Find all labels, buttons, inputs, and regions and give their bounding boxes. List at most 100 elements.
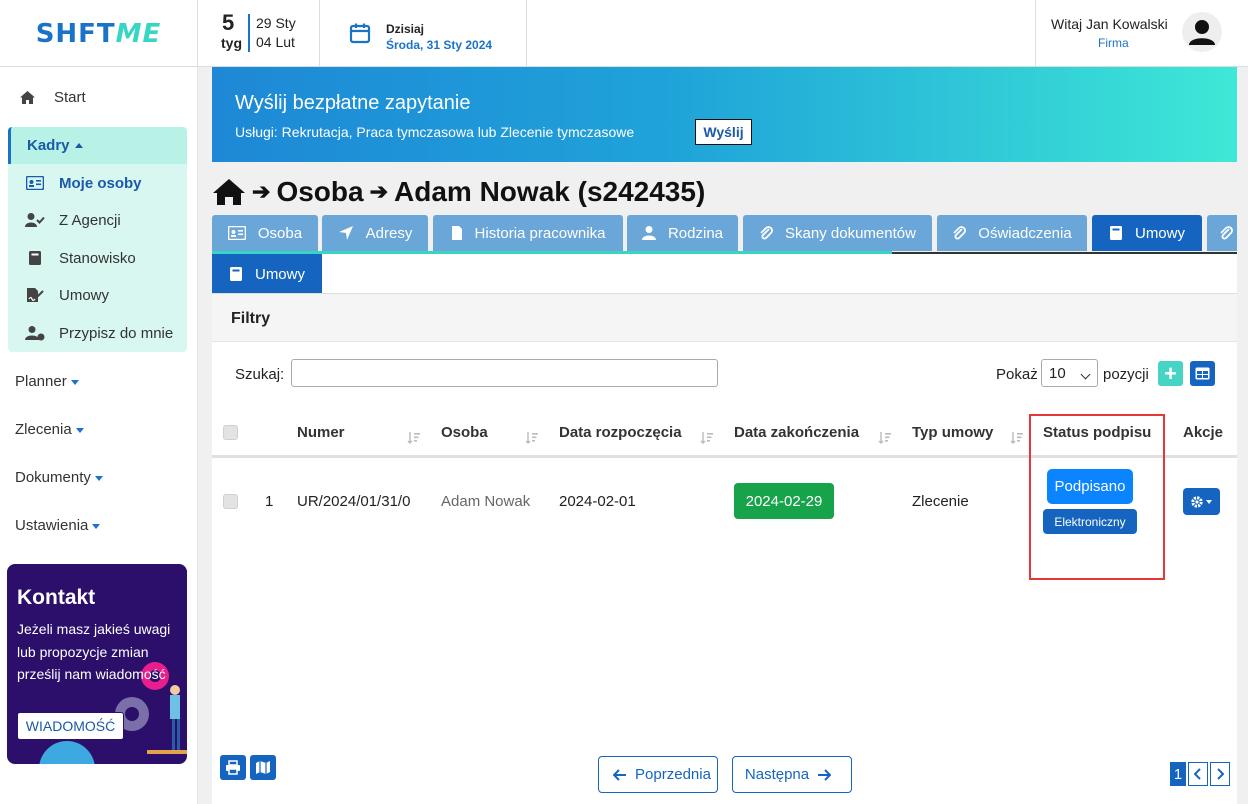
columns-button[interactable] [1190, 361, 1215, 386]
sidebar-menu-dokumenty[interactable]: Dokumenty [15, 469, 103, 486]
home-icon [18, 88, 36, 106]
week-start-date: 29 Sty [256, 15, 296, 31]
sidebar-item-kadry[interactable]: Kadry [8, 127, 187, 164]
menu-label: Ustawienia [15, 517, 89, 534]
breadcrumb-person: Adam Nowak (s242435) [394, 176, 706, 207]
week-number: 5 [222, 10, 235, 35]
paperclip-icon [759, 225, 773, 241]
sidebar-item-label: Umowy [59, 286, 110, 304]
sidebar-menu-zlecenia[interactable]: Zlecenia [15, 421, 84, 438]
breadcrumb-osoba[interactable]: Osoba [276, 176, 363, 208]
sidebar-menu-ustawienia[interactable]: Ustawienia [15, 517, 101, 534]
file-icon [451, 225, 463, 241]
table-icon [1195, 367, 1210, 380]
chevron-left-icon [1194, 768, 1201, 780]
sidebar-item-z-agencji[interactable]: Z Agencji [8, 205, 187, 235]
page-title: ➔ Osoba ➔ Adam Nowak (s242435) [212, 172, 705, 212]
message-button[interactable]: WIADOMOŚĆ [17, 712, 124, 740]
tab-label: Rodzina [667, 224, 724, 242]
add-contract-button[interactable]: + [1158, 361, 1183, 386]
page-prev-arrow[interactable] [1188, 762, 1208, 786]
sidebar-item-przypisz-do-mnie[interactable]: Przypisz do mnie [8, 318, 187, 348]
send-inquiry-button[interactable]: Wyślij [695, 119, 752, 145]
column-header-typ-umowy[interactable]: Typ umowy [912, 424, 993, 441]
sort-icon[interactable] [407, 431, 421, 445]
tab-skany[interactable]: Skany dokumentów [743, 215, 932, 251]
contact-text: Jeżeli masz jakieś uwagi lub propozycje … [17, 621, 171, 682]
sidebar-item-label: Start [54, 88, 86, 106]
next-page-button[interactable]: Następna [732, 756, 852, 793]
user-avatar-icon [1189, 20, 1215, 45]
tab-label: Oświadczenia [978, 224, 1072, 242]
week-label: tyg [221, 35, 242, 51]
page-next-arrow[interactable] [1210, 762, 1230, 786]
tab-historia[interactable]: Historia pracownika [433, 215, 623, 251]
contact-title: Kontakt [17, 586, 96, 609]
map-button[interactable] [250, 755, 276, 780]
sidebar-item-start[interactable]: Start [0, 82, 198, 112]
sidebar-item-label: Moje osoby [59, 174, 142, 192]
filters-bar[interactable] [212, 294, 1237, 342]
caret-down-icon [92, 523, 101, 529]
user-plus-icon [25, 324, 45, 342]
column-header-numer[interactable]: Numer [297, 424, 345, 441]
tab-more[interactable] [1207, 215, 1237, 251]
book-icon [25, 249, 45, 267]
previous-page-button[interactable]: Poprzednia [598, 756, 718, 793]
tab-rodzina[interactable]: Rodzina [627, 215, 738, 251]
search-input[interactable] [291, 359, 718, 387]
caret-down-icon [75, 427, 84, 433]
page-size-select[interactable]: 10 [1041, 359, 1098, 387]
tab-osoba[interactable]: Osoba [212, 215, 318, 251]
row-index: 1 [265, 493, 274, 510]
caret-down-icon [70, 379, 79, 385]
print-button[interactable] [220, 755, 246, 780]
subtab-label: Umowy [254, 265, 305, 283]
sidebar-item-umowy[interactable]: Umowy [8, 280, 187, 310]
id-card-icon [227, 226, 246, 240]
filters-title[interactable]: Filtry [231, 310, 270, 328]
tab-bar: Osoba Adresy Historia pracownika Rodzina… [212, 215, 1237, 254]
file-signature-icon [25, 286, 45, 304]
map-icon [256, 761, 270, 774]
cell-osoba[interactable]: Adam Nowak [441, 493, 530, 510]
gear-icon [1190, 495, 1212, 508]
week-separator [248, 14, 250, 52]
sidebar-item-stanowisko[interactable]: Stanowisko [8, 243, 187, 273]
select-all-checkbox[interactable] [223, 425, 238, 440]
logo[interactable]: SHFTME [0, 0, 198, 67]
column-header-data-zakonczenia[interactable]: Data zakończenia [734, 424, 859, 441]
sort-icon[interactable] [700, 431, 714, 445]
row-checkbox[interactable] [223, 494, 238, 509]
avatar[interactable] [1182, 12, 1222, 52]
sort-icon[interactable] [525, 431, 539, 445]
column-header-osoba[interactable]: Osoba [441, 424, 488, 441]
column-header-data-rozpoczecia[interactable]: Data rozpoczęcia [559, 424, 682, 441]
user-company[interactable]: Firma [1098, 36, 1129, 50]
page-size-value: 10 [1049, 364, 1066, 382]
next-label: Następna [744, 766, 810, 783]
sort-icon[interactable] [1010, 431, 1024, 445]
search-label: Szukaj: [235, 366, 285, 383]
tab-adresy[interactable]: Adresy [322, 215, 428, 251]
arrow-right-icon: ➔ [369, 179, 389, 204]
tab-umowy[interactable]: Umowy [1092, 215, 1202, 251]
sidebar-menu-planner[interactable]: Planner [15, 373, 79, 390]
logo-text-accent: ME [115, 18, 162, 49]
home-icon[interactable] [212, 178, 246, 206]
subtab-umowy[interactable]: Umowy [212, 254, 322, 294]
row-actions-button[interactable] [1183, 488, 1220, 515]
sidebar-item-moje-osoby[interactable]: Moje osoby [8, 168, 187, 198]
book-icon [229, 266, 243, 282]
sort-icon[interactable] [878, 431, 892, 445]
arrow-right-icon [817, 768, 832, 781]
previous-label: Poprzednia [635, 766, 711, 783]
arrow-right-icon: ➔ [252, 179, 271, 204]
print-icon [226, 760, 240, 775]
current-page[interactable]: 1 [1170, 762, 1186, 786]
chevron-down-icon [1080, 369, 1091, 380]
cell-data-zakonczenia: 2024-02-29 [734, 483, 834, 519]
menu-label: Zlecenia [15, 421, 72, 438]
tab-oswiadczenia[interactable]: Oświadczenia [937, 215, 1087, 251]
tab-label: Historia pracownika [474, 224, 606, 242]
